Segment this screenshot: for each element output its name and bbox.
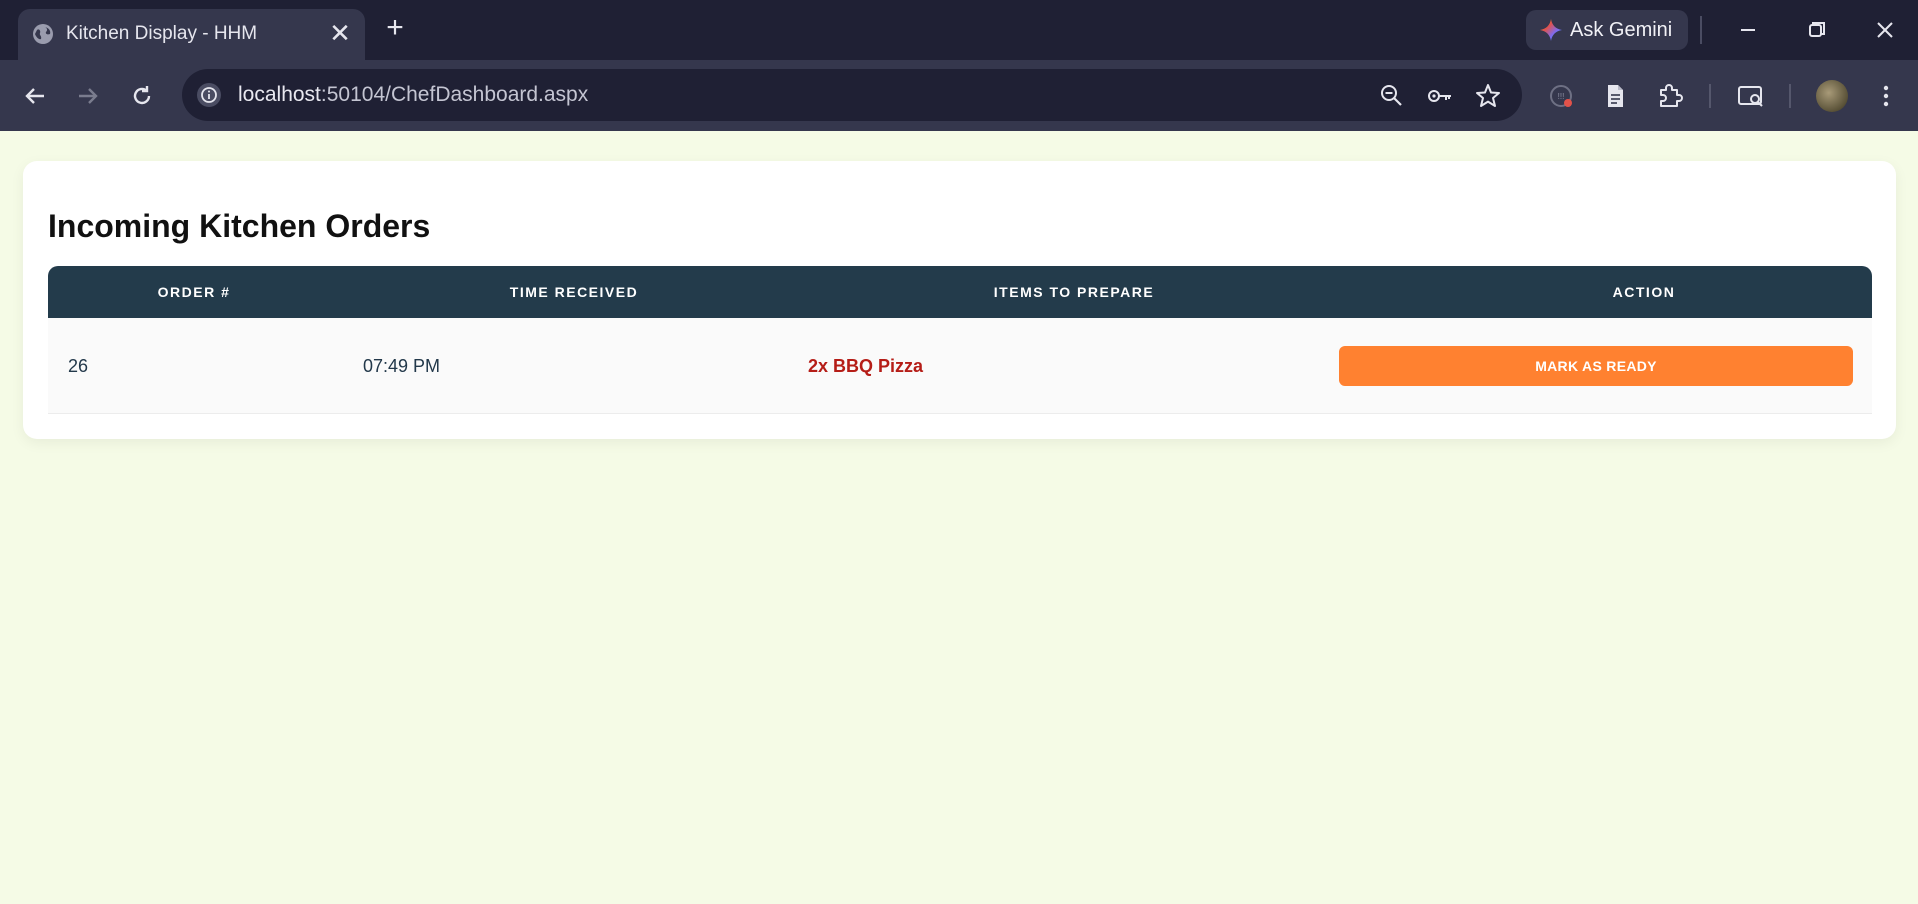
site-info-icon[interactable] — [196, 82, 222, 108]
reading-mode-icon[interactable] — [1599, 80, 1631, 112]
table-header: ORDER # TIME RECEIVED ITEMS TO PREPARE A… — [48, 266, 1872, 318]
divider — [1709, 84, 1711, 108]
globe-icon — [33, 24, 53, 44]
avatar[interactable] — [1816, 80, 1848, 112]
svg-text:!!!: !!! — [1558, 92, 1565, 101]
items-to-prepare: 2x BBQ Pizza — [808, 356, 924, 376]
sparkle-icon — [1540, 19, 1562, 41]
table-row: 26 07:49 PM 2x BBQ Pizza MARK AS READY — [48, 318, 1872, 414]
order-number: 26 — [68, 356, 89, 376]
tab-title: Kitchen Display - HHM — [66, 23, 258, 44]
password-key-icon[interactable] — [1426, 82, 1454, 110]
close-icon[interactable] — [1867, 12, 1903, 48]
divider — [1789, 84, 1791, 108]
browser-toolbar: localhost:50104/ChefDashboard.aspx !!! — [0, 60, 1918, 131]
orders-card: Incoming Kitchen Orders ORDER # TIME REC… — [23, 161, 1896, 439]
address-bar[interactable]: localhost:50104/ChefDashboard.aspx — [182, 69, 1522, 121]
url-path: :50104/ChefDashboard.aspx — [320, 83, 589, 106]
column-header-order-number: ORDER # — [157, 284, 231, 300]
orders-table: ORDER # TIME RECEIVED ITEMS TO PREPARE A… — [48, 266, 1872, 414]
forward-icon[interactable] — [72, 80, 104, 112]
url-text[interactable]: localhost:50104/ChefDashboard.aspx — [238, 81, 588, 109]
column-header-items: ITEMS TO PREPARE — [993, 284, 1155, 300]
time-received: 07:49 PM — [363, 356, 441, 376]
more-icon[interactable] — [1870, 80, 1902, 112]
restore-icon[interactable] — [1799, 12, 1835, 48]
reload-icon[interactable] — [126, 80, 158, 112]
ask-gemini-label: Ask Gemini — [1570, 19, 1673, 41]
browser-tab-bar: Kitchen Display - HHM ✕ + Ask Gemini — [0, 0, 1918, 60]
bookmark-star-icon[interactable] — [1474, 82, 1502, 110]
column-header-action: ACTION — [1612, 284, 1676, 300]
new-tab-button[interactable]: + — [380, 13, 410, 44]
puzzle-icon[interactable] — [1654, 80, 1686, 112]
column-header-time-received: TIME RECEIVED — [509, 284, 639, 300]
minimize-icon[interactable] — [1730, 12, 1766, 48]
back-icon[interactable] — [19, 80, 51, 112]
close-tab-icon[interactable]: ✕ — [327, 20, 353, 47]
browser-tab[interactable]: Kitchen Display - HHM ✕ — [18, 9, 365, 60]
zoom-icon[interactable] — [1378, 82, 1406, 110]
ask-gemini-button[interactable]: Ask Gemini — [1526, 10, 1688, 50]
page-title: Incoming Kitchen Orders — [48, 208, 431, 244]
divider — [1700, 16, 1702, 44]
mark-as-ready-button[interactable]: MARK AS READY — [1339, 346, 1853, 386]
extension-icon[interactable]: !!! — [1545, 80, 1577, 112]
url-host: localhost — [238, 83, 321, 106]
tab-search-icon[interactable] — [1735, 80, 1767, 112]
